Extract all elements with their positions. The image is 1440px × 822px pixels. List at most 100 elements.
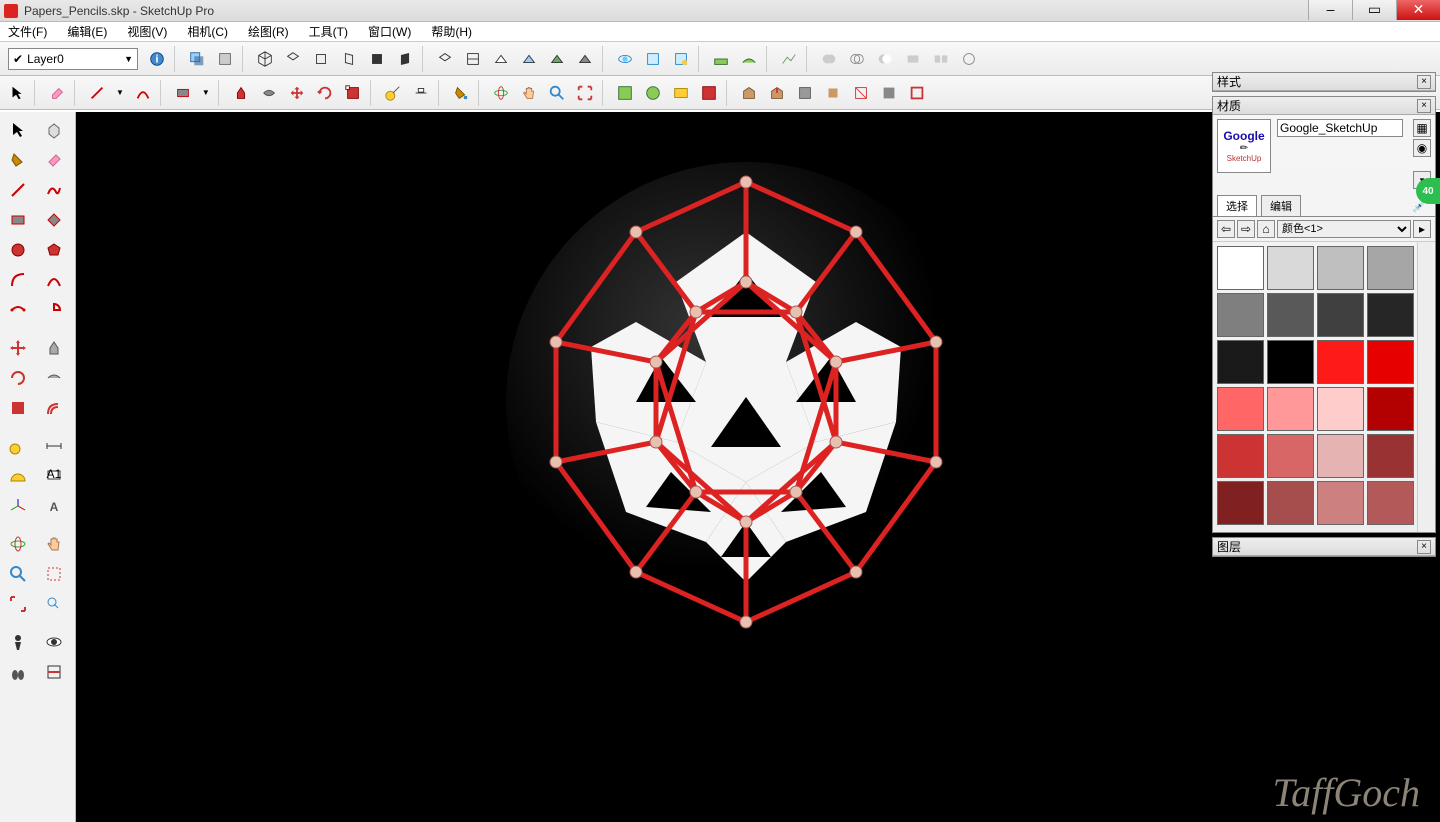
3d-text-button[interactable]: A xyxy=(38,492,70,520)
shadow-settings-button[interactable] xyxy=(212,46,238,72)
solid-trim-button[interactable] xyxy=(900,46,926,72)
color-swatch[interactable] xyxy=(1317,481,1364,525)
zoom-button[interactable] xyxy=(2,560,34,588)
pie-button[interactable] xyxy=(38,296,70,324)
preview-matched-button[interactable] xyxy=(696,80,722,106)
chevron-down-icon[interactable]: ▼ xyxy=(202,88,210,97)
freehand-button[interactable] xyxy=(38,176,70,204)
solid-subtract-button[interactable] xyxy=(872,46,898,72)
color-swatch[interactable] xyxy=(1267,387,1314,431)
chevron-down-icon[interactable]: ▼ xyxy=(116,88,124,97)
toggle-terrain-button[interactable] xyxy=(640,80,666,106)
section-plane-button[interactable] xyxy=(848,80,874,106)
rotated-rect-button[interactable] xyxy=(38,206,70,234)
walk-button[interactable] xyxy=(2,658,34,686)
get-location-button[interactable] xyxy=(612,80,638,106)
share-model-button[interactable] xyxy=(764,80,790,106)
eraser-button[interactable] xyxy=(44,80,70,106)
pushpull-button[interactable] xyxy=(228,80,254,106)
section-display-button[interactable] xyxy=(876,80,902,106)
component-button[interactable] xyxy=(640,46,666,72)
zoom-tool-button[interactable] xyxy=(544,80,570,106)
paint-bucket-button[interactable] xyxy=(2,146,34,174)
color-swatch[interactable] xyxy=(1317,434,1364,478)
extension-button[interactable] xyxy=(820,80,846,106)
shadow-toggle-button[interactable] xyxy=(184,46,210,72)
protractor-button[interactable] xyxy=(2,462,34,490)
select-button[interactable] xyxy=(4,80,30,106)
zoom-extents-button[interactable] xyxy=(2,590,34,618)
right-view-button[interactable] xyxy=(336,46,362,72)
xray-button[interactable] xyxy=(432,46,458,72)
minimize-button[interactable]: – xyxy=(1308,0,1352,20)
color-swatch[interactable] xyxy=(1267,340,1314,384)
shaded-textures-button[interactable] xyxy=(544,46,570,72)
pan-button[interactable] xyxy=(38,530,70,558)
rectangle-tool-button[interactable] xyxy=(170,80,196,106)
menu-camera[interactable]: 相机(C) xyxy=(183,21,232,42)
menu-tools[interactable]: 工具(T) xyxy=(305,21,352,42)
color-swatch[interactable] xyxy=(1317,293,1364,337)
tape-button[interactable] xyxy=(2,432,34,460)
pan-tool-button[interactable] xyxy=(516,80,542,106)
layer-info-button[interactable]: i xyxy=(144,46,170,72)
color-swatch[interactable] xyxy=(1267,246,1314,290)
color-swatch[interactable] xyxy=(1217,340,1264,384)
menu-view[interactable]: 视图(V) xyxy=(123,21,171,42)
section-plane-button[interactable] xyxy=(38,658,70,686)
arc-button[interactable] xyxy=(2,266,34,294)
home-button[interactable]: ⌂ xyxy=(1257,220,1275,238)
close-icon[interactable]: × xyxy=(1417,99,1431,113)
orbit-tool-button[interactable] xyxy=(488,80,514,106)
toggle-terrain-button[interactable] xyxy=(776,46,802,72)
solid-split-button[interactable] xyxy=(928,46,954,72)
color-swatch[interactable] xyxy=(1267,481,1314,525)
previous-button[interactable] xyxy=(38,590,70,618)
scrollbar[interactable] xyxy=(1417,242,1433,532)
extension-warehouse-button[interactable] xyxy=(792,80,818,106)
color-swatch[interactable] xyxy=(1367,387,1414,431)
color-swatch[interactable] xyxy=(1217,387,1264,431)
menu-draw[interactable]: 绘图(R) xyxy=(244,21,293,42)
pushpull-button[interactable] xyxy=(38,334,70,362)
follow-me-button[interactable] xyxy=(38,364,70,392)
color-swatch[interactable] xyxy=(1367,481,1414,525)
3d-warehouse-button[interactable] xyxy=(736,80,762,106)
color-swatch[interactable] xyxy=(1217,246,1264,290)
zoom-window-button[interactable] xyxy=(38,560,70,588)
polygon-button[interactable] xyxy=(38,236,70,264)
maximize-button[interactable]: ▭ xyxy=(1352,0,1396,20)
color-swatch[interactable] xyxy=(1217,481,1264,525)
wireframe-button[interactable] xyxy=(460,46,486,72)
material-thumbnail[interactable]: Google ✏ SketchUp xyxy=(1217,119,1271,173)
create-material-button[interactable]: ▦ xyxy=(1413,119,1431,137)
back-view-button[interactable] xyxy=(364,46,390,72)
tab-edit[interactable]: 编辑 xyxy=(1261,195,1301,216)
color-swatch[interactable] xyxy=(1367,293,1414,337)
menu-edit[interactable]: 编辑(E) xyxy=(63,21,111,42)
monochrome-button[interactable] xyxy=(572,46,598,72)
color-swatch[interactable] xyxy=(1317,246,1364,290)
sandbox-stamp-button[interactable] xyxy=(708,46,734,72)
line-button[interactable] xyxy=(2,176,34,204)
move-tool-button[interactable] xyxy=(284,80,310,106)
details-button[interactable]: ▸ xyxy=(1413,220,1431,238)
line-tool-button[interactable] xyxy=(84,80,110,106)
solid-outer-button[interactable] xyxy=(956,46,982,72)
solid-intersect-button[interactable] xyxy=(844,46,870,72)
photo-textures-button[interactable] xyxy=(668,80,694,106)
rotate-button[interactable] xyxy=(2,364,34,392)
follow-me-button[interactable] xyxy=(256,80,282,106)
offset-button[interactable] xyxy=(38,394,70,422)
position-camera-button[interactable] xyxy=(2,628,34,656)
orbit-button[interactable] xyxy=(612,46,638,72)
color-swatch[interactable] xyxy=(1217,293,1264,337)
palette-select[interactable]: 颜色<1> xyxy=(1277,220,1411,238)
menu-window[interactable]: 窗口(W) xyxy=(364,21,415,42)
axes-button[interactable] xyxy=(2,492,34,520)
color-swatch[interactable] xyxy=(1267,293,1314,337)
3pt-arc-button[interactable] xyxy=(2,296,34,324)
notification-badge[interactable]: 40 xyxy=(1416,178,1440,204)
menu-help[interactable]: 帮助(H) xyxy=(427,21,476,42)
zoom-extents-button[interactable] xyxy=(572,80,598,106)
